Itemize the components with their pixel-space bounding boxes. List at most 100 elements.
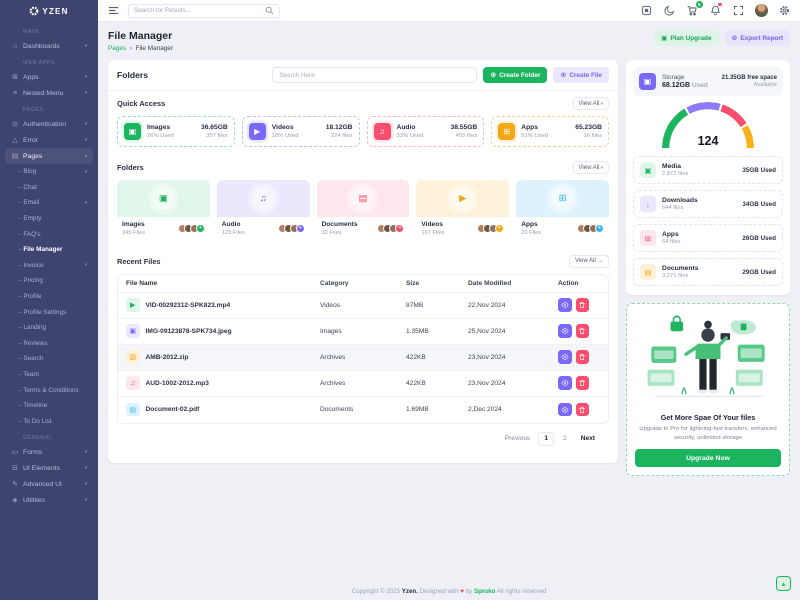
- sidebar-item[interactable]: File Manager: [5, 242, 93, 258]
- quick-access-card[interactable]: ▣ Images 26% Used 36.65GB 357 files: [117, 116, 235, 147]
- quick-access-icon: ▣: [124, 123, 141, 140]
- sidebar: YZEN MAIN ⌂ Dashboards ▾ WEB APPS ⊞ Apps…: [0, 0, 98, 600]
- sidebar-item[interactable]: MAIN: [5, 26, 93, 38]
- folder-search-input[interactable]: [279, 72, 470, 79]
- view-file-button[interactable]: [558, 376, 572, 390]
- sidebar-item[interactable]: Profile: [5, 289, 93, 305]
- sidebar-item[interactable]: △ Error ▾: [5, 132, 93, 148]
- hamburger-menu-icon[interactable]: [107, 4, 120, 17]
- export-report-button[interactable]: Export Report: [725, 30, 790, 46]
- folders-view-all-button[interactable]: View All: [573, 161, 610, 174]
- folder-card[interactable]: ⊞ Apps 23 Files: [516, 180, 609, 241]
- settings-gear-icon[interactable]: [778, 4, 791, 17]
- global-search-input[interactable]: [134, 7, 261, 14]
- dark-mode-moon-icon[interactable]: [663, 4, 676, 17]
- cart-icon[interactable]: 5: [686, 4, 699, 17]
- sidebar-item[interactable]: Terms & Conditions: [5, 382, 93, 398]
- sidebar-item[interactable]: Chat: [5, 180, 93, 196]
- sidebar-item[interactable]: To Do List: [5, 414, 93, 430]
- col-action: Action: [558, 280, 600, 287]
- header-icons: 5: [640, 4, 792, 18]
- sidebar-item[interactable]: ✎ Advanced UI ▾: [5, 476, 93, 492]
- recent-files-title: Recent Files: [117, 257, 161, 266]
- sidebar-item[interactable]: Team: [5, 367, 93, 383]
- pagination-page-2[interactable]: 2: [557, 432, 573, 446]
- view-file-button[interactable]: [558, 298, 572, 312]
- sidebar-item-label: Nested Menu: [23, 90, 63, 97]
- create-file-button[interactable]: Create File: [553, 67, 609, 83]
- view-file-button[interactable]: [558, 403, 572, 417]
- sidebar-item[interactable]: ≡ Nested Menu ▾: [5, 85, 93, 101]
- sidebar-item[interactable]: Timeline: [5, 398, 93, 414]
- storage-item-icon: ↓: [640, 196, 656, 212]
- notifications-bell-icon[interactable]: [709, 4, 722, 17]
- sidebar-item[interactable]: Pricing: [5, 273, 93, 289]
- pagination-page-1[interactable]: 1: [538, 432, 554, 446]
- scroll-to-top-button[interactable]: ▴: [776, 576, 791, 591]
- folder-search[interactable]: [272, 67, 477, 83]
- delete-file-button[interactable]: [576, 298, 590, 312]
- app-logo[interactable]: YZEN: [0, 0, 98, 22]
- user-avatar[interactable]: [755, 4, 769, 18]
- sidebar-item[interactable]: ▤ Pages ▴: [5, 148, 93, 164]
- sidebar-item[interactable]: ⊟ UI Elements ▾: [5, 460, 93, 476]
- create-folder-button[interactable]: Create Folder: [483, 67, 547, 83]
- pagination-next[interactable]: Next: [576, 433, 600, 445]
- pagination-previous[interactable]: Previous: [500, 433, 536, 445]
- sidebar-item[interactable]: Landing: [5, 320, 93, 336]
- storage-item-files: 64 files: [662, 239, 680, 245]
- sidebar-item[interactable]: WEB APPS: [5, 57, 93, 69]
- delete-file-button[interactable]: [576, 324, 590, 338]
- sidebar-item[interactable]: Email ▾: [5, 195, 93, 211]
- recent-files-view-all-button[interactable]: View All: [569, 255, 609, 268]
- add-member-badge[interactable]: +: [395, 224, 404, 233]
- view-file-button[interactable]: [558, 350, 572, 364]
- sidebar-item[interactable]: Profile Settings: [5, 304, 93, 320]
- sidebar-item[interactable]: ⊞ Apps ▾: [5, 69, 93, 85]
- breadcrumb-parent[interactable]: Pages: [108, 45, 126, 52]
- delete-file-button[interactable]: [576, 403, 590, 417]
- sidebar-item[interactable]: Empty: [5, 211, 93, 227]
- view-file-button[interactable]: [558, 324, 572, 338]
- folder-card[interactable]: ♫ Audio 123 Files: [217, 180, 310, 241]
- sidebar-item[interactable]: Reviews: [5, 336, 93, 352]
- quick-access-card[interactable]: ▶ Videos 18% Used 18.12GB 224 files: [242, 116, 360, 147]
- sidebar-item[interactable]: ▭ Forms ▾: [5, 444, 93, 460]
- sidebar-item[interactable]: ⌂ Dashboards ▾: [5, 38, 93, 54]
- add-member-badge[interactable]: +: [296, 224, 305, 233]
- chevron-icon: ▾: [85, 200, 87, 206]
- fullscreen-icon[interactable]: [732, 4, 745, 17]
- plan-upgrade-button[interactable]: Plan Upgrade: [654, 30, 718, 46]
- sidebar-item[interactable]: FAQ's: [5, 226, 93, 242]
- delete-file-button[interactable]: [576, 376, 590, 390]
- sidebar-item-label: Pages: [23, 153, 42, 160]
- upgrade-card: Get More Spae Of Your files Upgrade to P…: [626, 303, 790, 476]
- folder-card[interactable]: ▣ Images 345 Files: [117, 180, 210, 241]
- add-member-badge[interactable]: +: [595, 224, 604, 233]
- delete-file-button[interactable]: [576, 350, 590, 364]
- sidebar-item[interactable]: ◈ Utilities ▾: [5, 492, 93, 508]
- sidebar-item[interactable]: ◎ Authentication ▾: [5, 116, 93, 132]
- sidebar-item[interactable]: GENERAL: [5, 432, 93, 444]
- folder-card[interactable]: ▤ Documents 32 Files: [317, 180, 410, 241]
- global-search[interactable]: [128, 4, 280, 18]
- quick-access-icon: ▶: [249, 123, 266, 140]
- quick-access-view-all-button[interactable]: View All: [573, 97, 610, 110]
- file-type-icon: ▣: [126, 324, 140, 338]
- upgrade-now-button[interactable]: Upgrade Now: [635, 449, 781, 467]
- sidebar-item[interactable]: Invoice ▾: [5, 258, 93, 274]
- export-icon: [732, 34, 738, 42]
- sidebar-item[interactable]: PAGES: [5, 104, 93, 116]
- language-flag-icon[interactable]: [640, 4, 653, 17]
- sidebar-item[interactable]: Search: [5, 351, 93, 367]
- add-member-badge[interactable]: +: [196, 224, 205, 233]
- quick-access-card[interactable]: ♫ Audio 33% Used 38.55GB 455 files: [367, 116, 485, 147]
- file-name: VID-00292312-SPK823.mp4: [146, 302, 231, 309]
- folder-card[interactable]: ▶ Videos 167 Files: [416, 180, 509, 241]
- footer-company-link[interactable]: Spruko: [474, 588, 495, 595]
- quick-access-card[interactable]: ⊞ Apps 51% Used 65.23GB 16 files: [491, 116, 609, 147]
- sidebar-item[interactable]: Blog ▾: [5, 164, 93, 180]
- sidebar-item-label: Terms & Conditions: [18, 387, 79, 394]
- storage-item: ▣ Media 2,872 files 35GB Used: [633, 156, 783, 184]
- add-member-badge[interactable]: +: [495, 224, 504, 233]
